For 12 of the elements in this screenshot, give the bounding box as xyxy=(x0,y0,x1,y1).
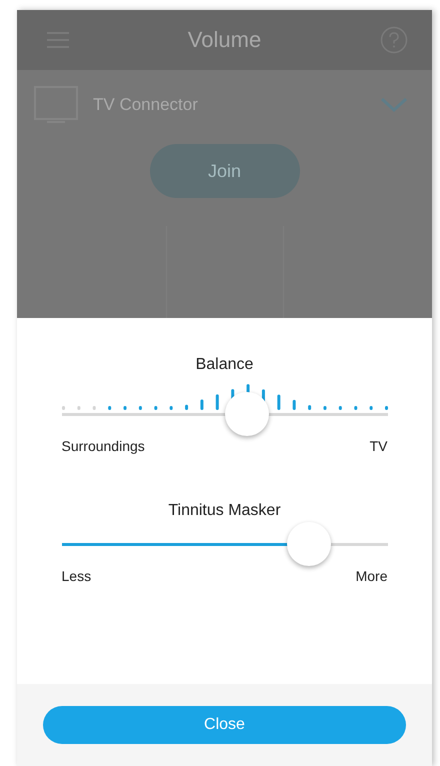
right-label: TV xyxy=(370,438,388,454)
balance-slider-thumb[interactable] xyxy=(225,392,270,436)
close-button[interactable]: Close xyxy=(43,706,406,744)
right-label: More xyxy=(356,568,388,584)
tinnitus-slider-thumb[interactable] xyxy=(287,522,332,566)
left-label: Surroundings xyxy=(62,438,145,454)
join-button[interactable]: Join xyxy=(150,144,300,198)
chevron-icon[interactable] xyxy=(380,96,408,114)
left-label: Less xyxy=(62,568,92,584)
screen-title: Volume xyxy=(188,27,262,53)
tinnitus-masker-title: Tinnitus Masker xyxy=(168,502,281,520)
balance-title: Balance xyxy=(196,356,254,374)
